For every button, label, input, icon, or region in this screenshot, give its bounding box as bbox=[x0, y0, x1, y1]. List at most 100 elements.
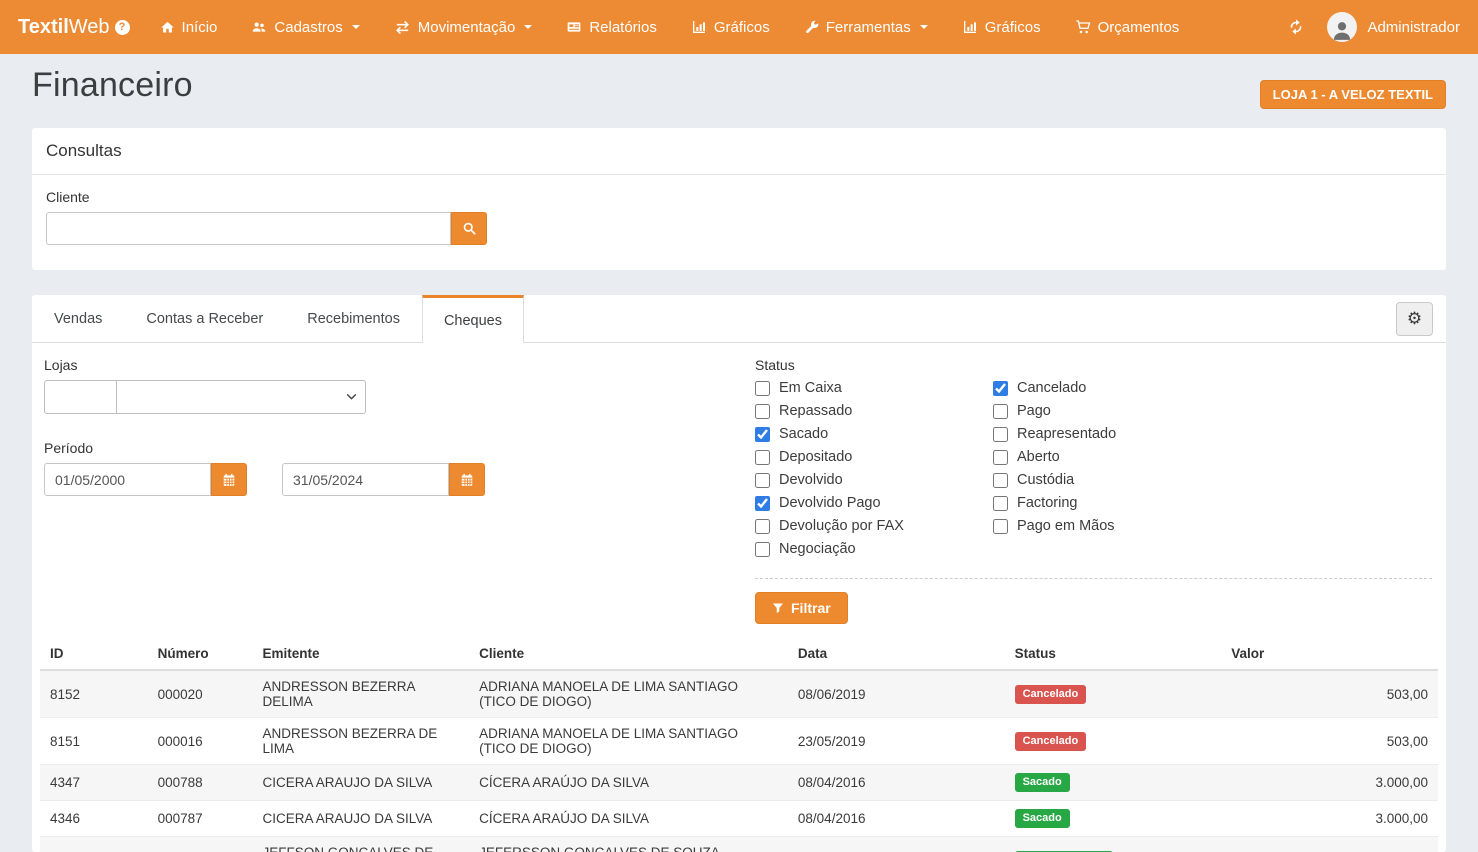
status-checkbox-repassado[interactable]: Repassado bbox=[755, 403, 993, 419]
checkbox-input[interactable] bbox=[755, 404, 770, 419]
chevron-down-icon bbox=[524, 25, 532, 29]
checkbox-input[interactable] bbox=[993, 404, 1008, 419]
checkbox-input[interactable] bbox=[993, 519, 1008, 534]
top-navbar: Textil Web ? Início Cadastros Movimentaç… bbox=[0, 0, 1478, 54]
nav-item-relatorios[interactable]: Relatórios bbox=[566, 19, 657, 36]
filtrar-button[interactable]: Filtrar bbox=[755, 592, 848, 624]
consultas-panel: Consultas Cliente bbox=[32, 128, 1446, 270]
nav-label: Relatórios bbox=[589, 19, 657, 36]
status-checkbox-depositado[interactable]: Depositado bbox=[755, 449, 993, 465]
nav-menu: Início Cadastros Movimentação Relatórios… bbox=[160, 19, 1180, 36]
loja-select[interactable] bbox=[117, 380, 366, 414]
page-title: Financeiro bbox=[32, 66, 193, 105]
cliente-search-button[interactable] bbox=[451, 212, 487, 245]
nav-item-orcamentos[interactable]: Orçamentos bbox=[1075, 19, 1180, 36]
user-menu[interactable]: Administrador bbox=[1327, 12, 1460, 42]
column-header-emitente: Emitente bbox=[252, 638, 469, 670]
nav-label: Ferramentas bbox=[826, 19, 911, 36]
nav-label: Gráficos bbox=[985, 19, 1041, 36]
username-label: Administrador bbox=[1367, 19, 1460, 36]
checkbox-input[interactable] bbox=[755, 381, 770, 396]
status-checkbox-devolvido-pago[interactable]: Devolvido Pago bbox=[755, 495, 993, 511]
checkbox-input[interactable] bbox=[993, 496, 1008, 511]
checkbox-input[interactable] bbox=[993, 473, 1008, 488]
checkbox-label: Devolução por FAX bbox=[779, 518, 904, 534]
checkbox-input[interactable] bbox=[993, 450, 1008, 465]
table-header-row: ID Número Emitente Cliente Data Status V… bbox=[40, 638, 1438, 670]
filter-funnel-icon bbox=[772, 602, 784, 614]
cell-emitente: CICERA ARAUJO DA SILVA bbox=[252, 765, 469, 801]
checkbox-input[interactable] bbox=[755, 450, 770, 465]
date-from-calendar-button[interactable] bbox=[211, 463, 247, 496]
brand-bold: Textil bbox=[18, 16, 69, 39]
date-from-input[interactable] bbox=[44, 463, 211, 496]
status-checkbox-cancelado[interactable]: Cancelado bbox=[993, 380, 1116, 396]
status-checkbox-pago-em-maos[interactable]: Pago em Mãos bbox=[993, 518, 1116, 534]
brand-logo[interactable]: Textil Web ? bbox=[18, 16, 130, 39]
checkbox-input[interactable] bbox=[755, 473, 770, 488]
cell-numero: 000016 bbox=[148, 718, 253, 765]
cell-data: 23/05/2019 bbox=[788, 718, 1005, 765]
status-label: Status bbox=[755, 357, 1432, 373]
checkbox-input[interactable] bbox=[755, 427, 770, 442]
checkbox-input[interactable] bbox=[755, 519, 770, 534]
consultas-panel-title: Consultas bbox=[32, 128, 1446, 175]
status-filter-column: Status Em Caixa Repassado Sacado Deposit… bbox=[755, 357, 1434, 624]
status-checkbox-factoring[interactable]: Factoring bbox=[993, 495, 1116, 511]
search-icon bbox=[462, 221, 477, 236]
column-header-valor: Valor bbox=[1221, 638, 1438, 670]
checkbox-label: Depositado bbox=[779, 449, 852, 465]
nav-item-inicio[interactable]: Início bbox=[160, 19, 218, 36]
settings-button[interactable]: ⚙ bbox=[1396, 302, 1433, 336]
loja-code-input[interactable] bbox=[44, 380, 117, 414]
cell-numero: 000788 bbox=[148, 765, 253, 801]
nav-item-cadastros[interactable]: Cadastros bbox=[251, 19, 359, 36]
nav-label: Cadastros bbox=[274, 19, 342, 36]
tab-contas-a-receber[interactable]: Contas a Receber bbox=[124, 295, 285, 342]
checkbox-input[interactable] bbox=[993, 381, 1008, 396]
checkbox-label: Devolvido Pago bbox=[779, 495, 881, 511]
help-icon[interactable]: ? bbox=[115, 20, 130, 35]
status-checkbox-sacado[interactable]: Sacado bbox=[755, 426, 993, 442]
cell-cliente: ADRIANA MANOELA DE LIMA SANTIAGO (TICO D… bbox=[469, 718, 788, 765]
calendar-icon bbox=[460, 473, 474, 487]
cell-emitente: ANDRESSON BEZERRA DELIMA bbox=[252, 670, 469, 718]
report-icon bbox=[566, 19, 582, 35]
column-header-cliente: Cliente bbox=[469, 638, 788, 670]
cliente-search-input[interactable] bbox=[46, 212, 451, 245]
date-to-calendar-button[interactable] bbox=[449, 463, 485, 496]
nav-item-ferramentas[interactable]: Ferramentas bbox=[804, 19, 928, 36]
column-header-data: Data bbox=[788, 638, 1005, 670]
cliente-label: Cliente bbox=[46, 189, 1432, 205]
status-checkbox-aberto[interactable]: Aberto bbox=[993, 449, 1116, 465]
status-checkbox-reapresentado[interactable]: Reapresentado bbox=[993, 426, 1116, 442]
checkbox-input[interactable] bbox=[755, 542, 770, 557]
cell-numero: 800070 bbox=[148, 837, 253, 852]
users-icon bbox=[251, 19, 267, 35]
refresh-icon[interactable] bbox=[1287, 18, 1305, 36]
nav-item-graficos-2[interactable]: Gráficos bbox=[962, 19, 1041, 36]
exchange-icon bbox=[394, 19, 411, 36]
tab-cheques[interactable]: Cheques bbox=[422, 295, 524, 343]
tab-recebimentos[interactable]: Recebimentos bbox=[285, 295, 422, 342]
column-header-status: Status bbox=[1005, 638, 1222, 670]
nav-item-graficos-1[interactable]: Gráficos bbox=[691, 19, 770, 36]
status-checkbox-negociacao[interactable]: Negociação bbox=[755, 541, 993, 557]
wrench-icon bbox=[804, 20, 819, 35]
tab-vendas[interactable]: Vendas bbox=[32, 295, 124, 342]
status-checkbox-pago[interactable]: Pago bbox=[993, 403, 1116, 419]
nav-item-movimentacao[interactable]: Movimentação bbox=[394, 19, 533, 36]
status-column-2: Cancelado Pago Reapresentado Aberto Cust… bbox=[993, 380, 1116, 564]
store-selector-button[interactable]: LOJA 1 - A VELOZ TEXTIL bbox=[1260, 80, 1446, 109]
checkbox-input[interactable] bbox=[755, 496, 770, 511]
status-checkbox-custodia[interactable]: Custódia bbox=[993, 472, 1116, 488]
date-to-input[interactable] bbox=[282, 463, 449, 496]
status-checkbox-devolucao-por-fax[interactable]: Devolução por FAX bbox=[755, 518, 993, 534]
cell-valor: 3.000,00 bbox=[1221, 801, 1438, 837]
status-checkbox-devolvido[interactable]: Devolvido bbox=[755, 472, 993, 488]
status-checkbox-em-caixa[interactable]: Em Caixa bbox=[755, 380, 993, 396]
checkbox-label: Devolvido bbox=[779, 472, 843, 488]
calendar-icon bbox=[222, 473, 236, 487]
cell-data: 08/04/2016 bbox=[788, 765, 1005, 801]
checkbox-input[interactable] bbox=[993, 427, 1008, 442]
